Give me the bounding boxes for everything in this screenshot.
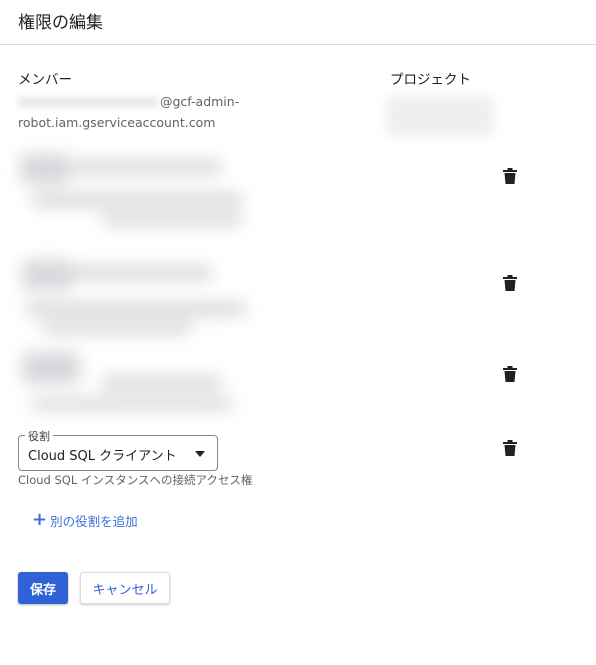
member-email-suffix: @gcf-admin- (160, 94, 240, 109)
delete-role-4-button[interactable] (500, 438, 520, 458)
redacted-role-3 (12, 346, 252, 422)
dropdown-arrow-icon (195, 451, 205, 457)
role-select-value: Cloud SQL クライアント (28, 449, 177, 464)
delete-role-3-button[interactable] (500, 364, 520, 384)
save-button[interactable]: 保存 (18, 572, 68, 604)
trash-icon (503, 440, 517, 456)
role-select-label: 役割 (25, 428, 53, 444)
member-column-label: メンバー (18, 72, 72, 88)
delete-role-1-button[interactable] (500, 166, 520, 186)
cancel-button[interactable]: キャンセル (80, 572, 170, 604)
redacted-project (387, 96, 493, 136)
member-email-line1: @gcf-admin- (18, 94, 239, 109)
add-role-label: 別の役割を追加 (50, 513, 138, 529)
dialog-title: 権限の編集 (18, 13, 103, 33)
role-description: Cloud SQL インスタンスへの接続アクセス権 (18, 473, 253, 487)
redacted-role-1 (12, 148, 252, 234)
dialog-header: 権限の編集 (0, 0, 596, 45)
delete-role-2-button[interactable] (500, 273, 520, 293)
project-column-label: プロジェクト (390, 72, 471, 88)
trash-icon (503, 275, 517, 291)
redacted-email-prefix (18, 97, 158, 108)
member-email-line2: robot.iam.gserviceaccount.com (18, 115, 216, 130)
redacted-role-2 (12, 252, 252, 340)
role-select[interactable]: 役割 Cloud SQL クライアント (18, 428, 218, 471)
add-role-button[interactable]: + 別の役割を追加 (32, 510, 138, 530)
trash-icon (503, 366, 517, 382)
trash-icon (503, 168, 517, 184)
plus-icon: + (32, 509, 48, 530)
